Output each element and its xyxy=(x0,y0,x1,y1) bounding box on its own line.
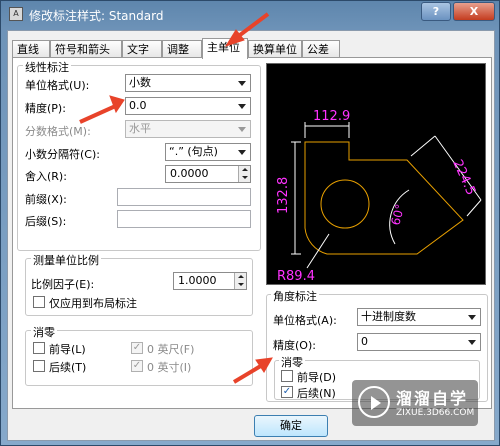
arrow-to-primary-units-tab xyxy=(234,12,270,40)
arrow-to-trailing-checkbox xyxy=(232,362,266,384)
watermark-url: ZIXUE.3D66.COM xyxy=(396,408,475,418)
play-logo-icon xyxy=(358,386,390,418)
watermark-title: 溜溜自学 xyxy=(396,389,469,408)
watermark: 溜溜自学 ZIXUE.3D66.COM xyxy=(352,380,478,426)
arrow-head xyxy=(255,357,273,373)
